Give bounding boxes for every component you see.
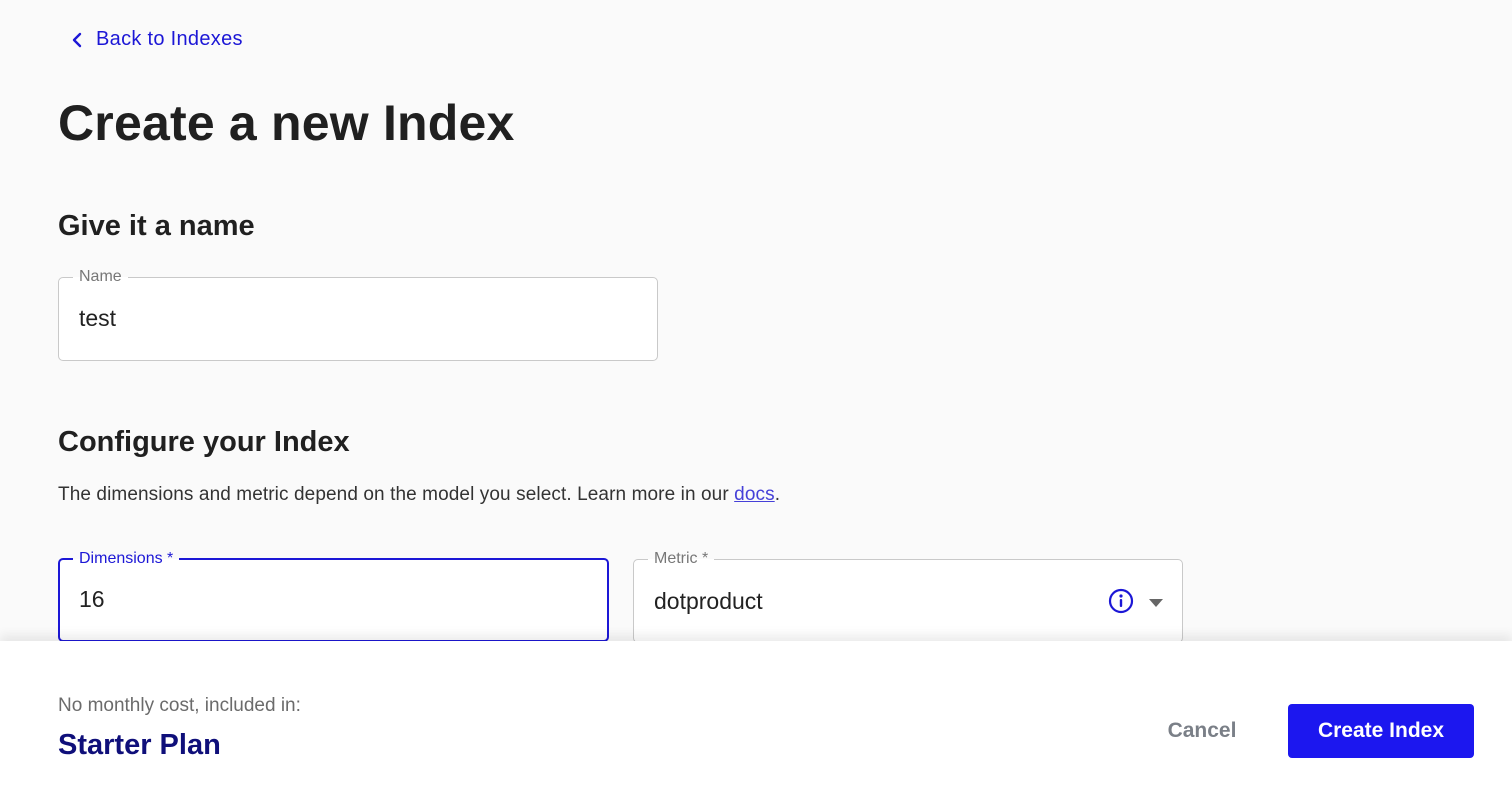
config-description: The dimensions and metric depend on the … (58, 484, 780, 506)
metric-select[interactable]: Metric * dotproduct (633, 549, 1183, 643)
docs-link[interactable]: docs (734, 484, 775, 505)
caret-down-icon[interactable] (1148, 595, 1164, 613)
info-icon[interactable] (1108, 588, 1134, 619)
dimensions-input[interactable]: 16 (79, 586, 105, 613)
chevron-left-icon (70, 32, 84, 48)
config-section-title: Configure your Index (58, 426, 350, 458)
back-link-label: Back to Indexes (96, 28, 243, 50)
back-to-indexes-link[interactable]: Back to Indexes (70, 28, 243, 51)
dimensions-field-label: Dimensions * (73, 549, 180, 569)
page-title: Create a new Index (58, 95, 515, 151)
config-description-suffix: . (774, 484, 781, 505)
name-field-label: Name (73, 267, 128, 287)
dimensions-field[interactable]: Dimensions * 16 (58, 549, 609, 642)
metric-field-label: Metric * (648, 549, 715, 569)
metric-icons (1108, 588, 1164, 619)
config-description-text: The dimensions and metric depend on the … (58, 484, 735, 505)
plan-name: Starter Plan (58, 729, 221, 761)
create-index-button[interactable]: Create Index (1288, 704, 1474, 758)
name-input[interactable]: test (79, 305, 116, 332)
metric-value: dotproduct (654, 588, 763, 614)
create-index-page: Back to Indexes Create a new Index Give … (0, 0, 1512, 794)
cancel-button[interactable]: Cancel (1150, 704, 1254, 758)
name-section-title: Give it a name (58, 210, 255, 242)
name-field[interactable]: Name test (58, 267, 658, 361)
footer-bar: No monthly cost, included in: Starter Pl… (0, 641, 1512, 794)
plan-caption: No monthly cost, included in: (58, 695, 301, 716)
